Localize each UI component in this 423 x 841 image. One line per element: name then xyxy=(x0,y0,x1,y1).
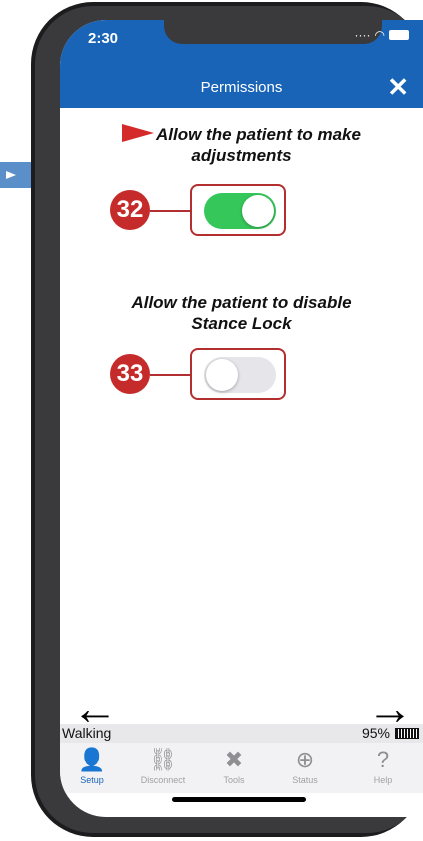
callout-frame xyxy=(190,348,286,400)
device-status-bar: Walking 95% xyxy=(60,724,423,743)
close-button[interactable]: ✕ xyxy=(387,72,409,102)
callout-frame xyxy=(190,184,286,236)
close-icon: ✕ xyxy=(387,72,409,102)
callout-32: 32 xyxy=(110,190,150,230)
callout-connector xyxy=(150,374,192,376)
device-notch xyxy=(164,20,382,44)
toggle-knob xyxy=(206,359,238,391)
tab-status[interactable]: ⊕ Status xyxy=(275,747,335,785)
back-button[interactable]: ← xyxy=(72,685,118,731)
broken-link-icon: ⛓ xyxy=(149,747,177,772)
mode-label: Walking xyxy=(62,725,112,741)
header-bar: 2:30 ···· ◠ Permissions ✕ xyxy=(60,20,423,108)
wifi-icon: ◠ xyxy=(374,28,385,42)
battery-readout: 95% xyxy=(362,725,419,741)
tab-setup[interactable]: 👤 Setup xyxy=(62,747,122,785)
permission-label-adjustments: Allow the patient to make adjustments xyxy=(60,124,423,166)
signal-icon: ···· xyxy=(354,28,371,42)
permission-2-line2: Stance Lock xyxy=(191,314,292,333)
tab-label: Help xyxy=(373,775,393,785)
permission-2-line1: Allow the patient to disable xyxy=(131,293,352,312)
battery-status-icon xyxy=(389,30,409,40)
battery-icon xyxy=(395,727,419,739)
next-button[interactable]: → xyxy=(367,685,413,731)
user-gear-icon: 👤 xyxy=(78,747,106,772)
permission-1-line2: adjustments xyxy=(191,146,292,165)
allow-adjustments-toggle[interactable] xyxy=(204,193,276,229)
page-title: Permissions xyxy=(200,79,283,96)
battery-percent: 95% xyxy=(361,725,390,741)
tab-help[interactable]: ? Help xyxy=(353,747,413,785)
permission-1-line1: Allow the patient to make xyxy=(156,125,361,144)
app-screen: 2:30 ···· ◠ Permissions ✕ Allow the pati… xyxy=(60,20,423,817)
status-time: 2:30 xyxy=(88,30,119,47)
tab-label: Status xyxy=(292,775,318,785)
pointer-flag-icon xyxy=(122,124,154,142)
toggle-knob xyxy=(242,195,274,227)
tab-label: Disconnect xyxy=(140,775,186,785)
status-icons: ···· ◠ xyxy=(355,28,409,42)
home-indicator[interactable] xyxy=(172,797,306,802)
tab-label: Setup xyxy=(80,775,104,785)
help-icon: ? xyxy=(376,747,390,772)
tools-icon: ✖ xyxy=(224,747,244,772)
disable-stance-lock-toggle[interactable] xyxy=(204,357,276,393)
tab-tools[interactable]: ✖ Tools xyxy=(204,747,264,785)
permission-label-stance-lock: Allow the patient to disable Stance Lock xyxy=(60,292,423,334)
tab-bar: 👤 Setup ⛓ Disconnect ✖ Tools ⊕ Status ? … xyxy=(60,743,423,793)
tab-disconnect[interactable]: ⛓ Disconnect xyxy=(133,747,193,785)
tab-label: Tools xyxy=(223,775,245,785)
callout-connector xyxy=(150,210,192,212)
status-magnifier-icon: ⊕ xyxy=(295,747,315,772)
callout-33: 33 xyxy=(110,354,150,394)
